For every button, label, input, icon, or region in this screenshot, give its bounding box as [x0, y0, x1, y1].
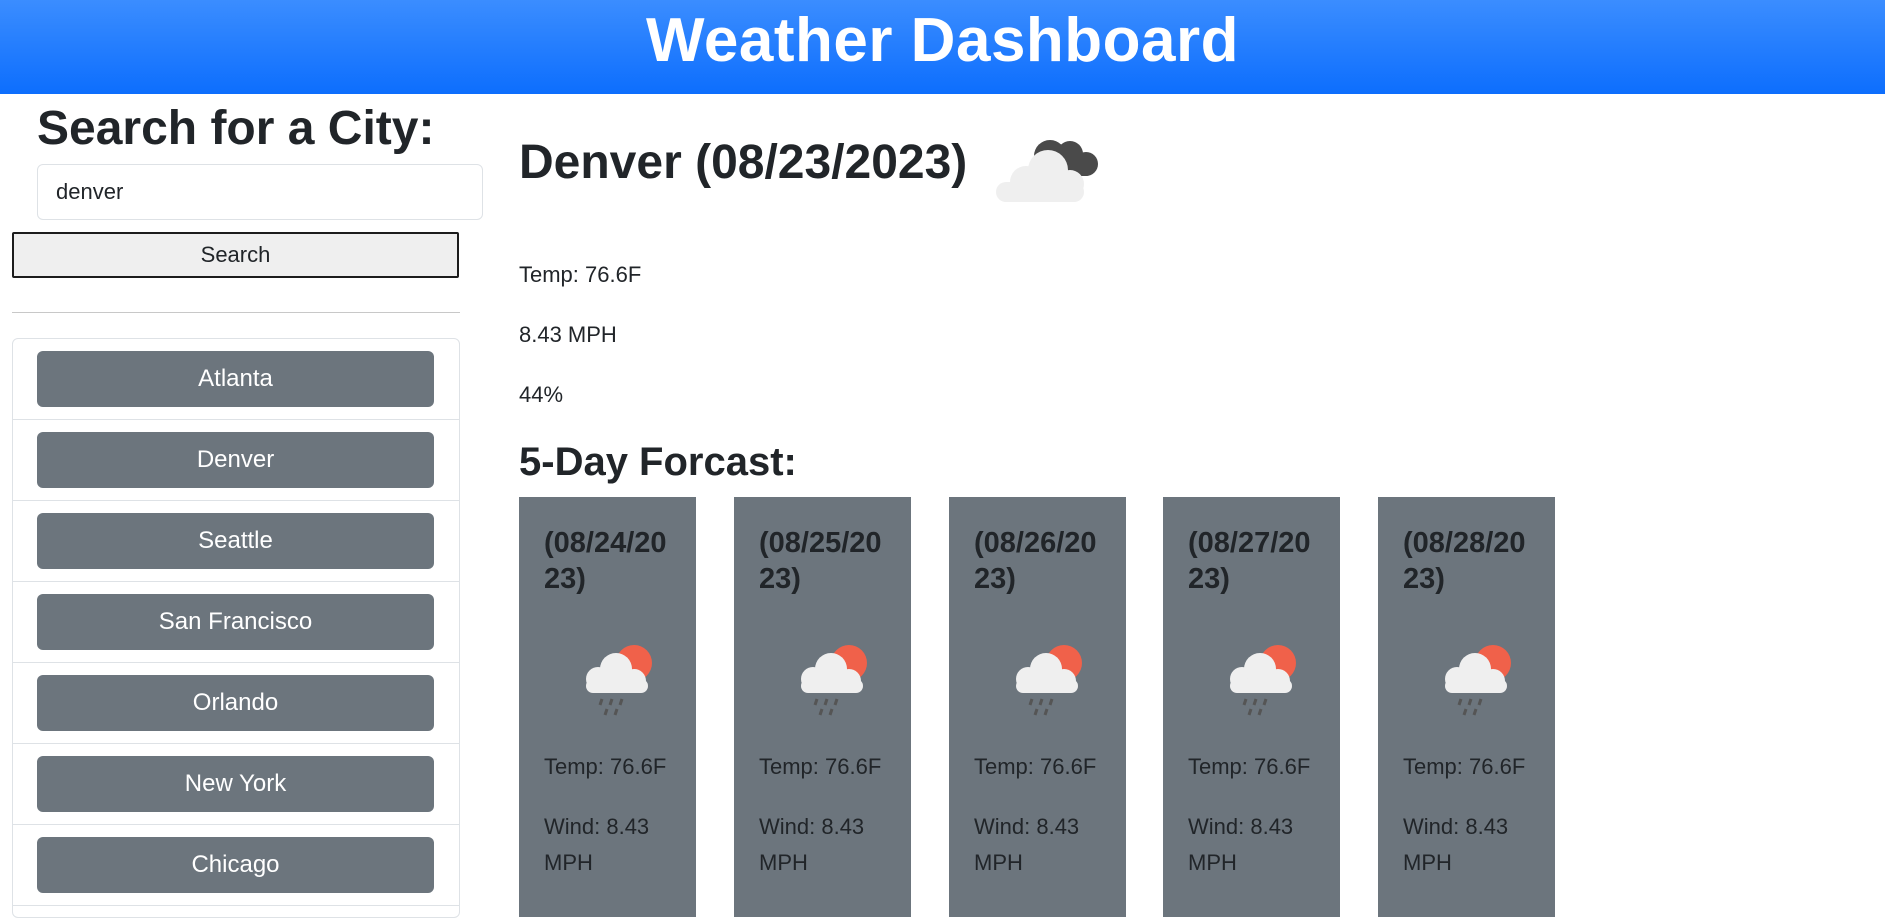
forecast-card: (08/26/2023) Temp: 76.6F Wind: 8.43 MPH: [949, 497, 1126, 917]
history-button-atlanta[interactable]: Atlanta: [37, 351, 434, 407]
forecast-card: (08/25/2023) Temp: 76.6F Wind: 8.43 MPH: [734, 497, 911, 917]
current-humidity: 44%: [519, 382, 564, 407]
rain-sun-icon: [1016, 645, 1082, 716]
list-item: Denver: [13, 420, 459, 501]
forecast-temp: Temp: 76.6F: [759, 754, 882, 779]
list-item: New York: [13, 744, 459, 825]
forecast-wind: Wind: 8.43 MPH: [1403, 814, 1509, 875]
forecast-date: (08/24/2023): [544, 527, 667, 595]
forecast-wind: Wind: 8.43 MPH: [1188, 814, 1294, 875]
forecast-wind: Wind: 8.43 MPH: [759, 814, 865, 875]
sidebar-divider: [12, 312, 460, 313]
forecast-date: (08/28/2023): [1403, 527, 1526, 595]
list-item: Atlanta: [13, 339, 459, 420]
forecast-heading: 5-Day Forcast:: [519, 440, 797, 484]
list-item: Seattle: [13, 501, 459, 582]
history-button-new-york[interactable]: New York: [37, 756, 434, 812]
rain-sun-icon: [1445, 645, 1511, 716]
rain-sun-icon: [801, 645, 867, 716]
forecast-wind: Wind: 8.43 MPH: [544, 814, 650, 875]
forecast-temp: Temp: 76.6F: [1403, 754, 1526, 779]
history-button-denver[interactable]: Denver: [37, 432, 434, 488]
history-button-chicago[interactable]: Chicago: [37, 837, 434, 893]
app-title: Weather Dashboard: [645, 6, 1240, 75]
forecast-card: (08/24/2023) Temp: 76.6F Wind: 8.43 MPH: [519, 497, 696, 917]
list-item: Orlando: [13, 663, 459, 744]
forecast-date: (08/25/2023): [759, 527, 882, 595]
forecast-date: (08/26/2023): [974, 527, 1097, 595]
rain-sun-icon: [1230, 645, 1296, 716]
history-button-seattle[interactable]: Seattle: [37, 513, 434, 569]
search-heading: Search for a City:: [37, 102, 435, 155]
current-weather-title: Denver (08/23/2023): [519, 136, 968, 189]
forecast-temp: Temp: 76.6F: [974, 754, 1097, 779]
forecast-card: (08/27/2023) Temp: 76.6F Wind: 8.43 MPH: [1163, 497, 1340, 917]
list-item: Chicago: [13, 825, 459, 906]
forecast-date: (08/27/2023): [1188, 527, 1311, 595]
forecast-wind: Wind: 8.43 MPH: [974, 814, 1080, 875]
sidebar: Search for a City: Search Atlanta Denver…: [12, 94, 483, 918]
search-button[interactable]: Search: [12, 232, 459, 278]
city-search-input[interactable]: [37, 164, 483, 220]
history-button-san-francisco[interactable]: San Francisco: [37, 594, 434, 650]
rain-sun-icon: [586, 645, 652, 716]
forecast-temp: Temp: 76.6F: [544, 754, 667, 779]
forecast-temp: Temp: 76.6F: [1188, 754, 1311, 779]
cloudy-icon: [996, 140, 1098, 202]
list-item: San Francisco: [13, 582, 459, 663]
history-button-orlando[interactable]: Orlando: [37, 675, 434, 731]
forecast-cards: (08/24/2023) Temp: 76.6F Wind: 8.43 MPH …: [519, 497, 1559, 917]
current-temp: Temp: 76.6F: [519, 262, 642, 287]
forecast-card: (08/28/2023) Temp: 76.6F Wind: 8.43 MPH: [1378, 497, 1555, 917]
current-wind: 8.43 MPH: [519, 322, 617, 347]
search-history-list: Atlanta Denver Seattle San Francisco Orl…: [12, 338, 460, 918]
app-header: Weather Dashboard: [0, 0, 1885, 94]
